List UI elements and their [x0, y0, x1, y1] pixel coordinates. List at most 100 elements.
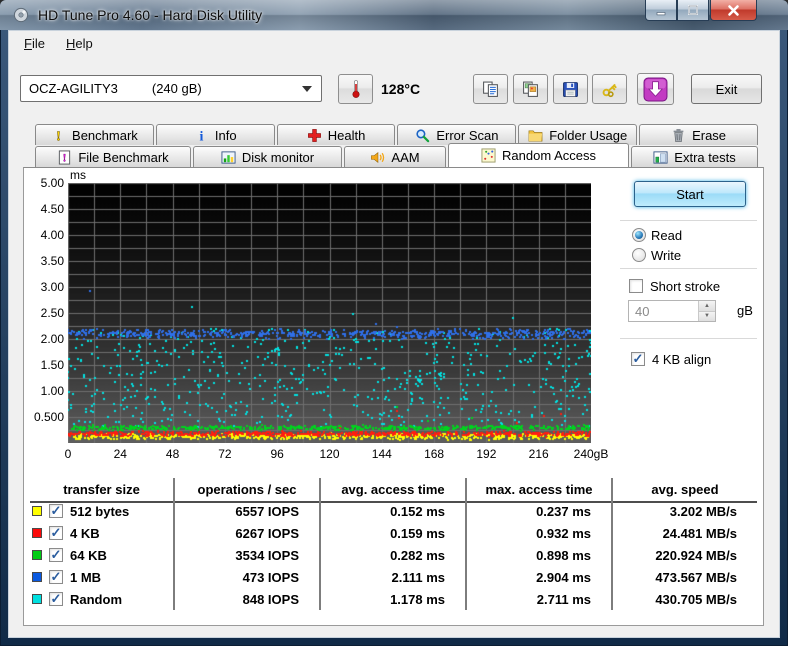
results-table: transfer size operations / sec avg. access…	[30, 478, 757, 610]
table-row-legend: 64 KB	[30, 544, 175, 566]
aam-icon	[370, 150, 385, 165]
y-tick-label: 0.500	[33, 410, 64, 424]
separator	[620, 338, 757, 339]
read-label: Read	[651, 228, 683, 243]
x-tick-label: 96	[270, 447, 284, 461]
x-tick-label: 24	[113, 447, 127, 461]
tab-folder-usage[interactable]: Folder Usage	[518, 124, 638, 145]
tab-extra-tests[interactable]: Extra tests	[631, 146, 758, 167]
cell-ops: 848 IOPS	[175, 588, 321, 610]
y-tick-label: 3.50	[40, 254, 64, 268]
align-label: 4 KB align	[652, 352, 712, 367]
tab-label: Random Access	[502, 148, 596, 163]
series-color-swatch	[32, 572, 42, 582]
series-color-swatch	[32, 528, 42, 538]
window-title: HD Tune Pro 4.60 - Hard Disk Utility	[38, 7, 263, 23]
tab-random-access[interactable]: Random Access	[448, 143, 629, 167]
tab-health[interactable]: Health	[276, 124, 396, 145]
folder-usage-icon	[528, 128, 543, 143]
chevron-down-icon	[302, 86, 312, 92]
drive-name: OCZ-AGILITY3	[29, 81, 118, 96]
tab-file-benchmark[interactable]: ! File Benchmark	[35, 146, 191, 167]
close-button[interactable]	[710, 0, 757, 21]
series-color-swatch	[32, 506, 42, 516]
cell-speed: 430.705 MB/s	[655, 591, 737, 607]
temperature-button[interactable]	[338, 74, 373, 104]
maximize-button[interactable]	[677, 0, 709, 21]
write-radio[interactable]	[632, 248, 646, 262]
series-checkbox-random[interactable]	[49, 592, 63, 606]
y-tick-label: 1.50	[40, 358, 64, 372]
svg-text:!: !	[56, 128, 61, 142]
extra-tests-icon	[653, 150, 668, 165]
align-checkbox[interactable]	[631, 352, 645, 366]
tab-disk-monitor[interactable]: Disk monitor	[193, 146, 342, 167]
cell-speed: 3.202 MB/s	[669, 503, 737, 519]
cell-ops: 3534 IOPS	[175, 544, 321, 566]
table-row-legend: 1 MB	[30, 566, 175, 588]
y-tick-label: 4.00	[40, 228, 64, 242]
save-button[interactable]	[553, 74, 588, 104]
cell-avg: 1.178 ms	[321, 588, 467, 610]
y-tick-label: 1.00	[40, 384, 64, 398]
minimize-button[interactable]	[645, 0, 677, 21]
x-tick-label: 192	[476, 447, 497, 461]
series-checkbox-64-kb[interactable]	[49, 548, 63, 562]
health-icon	[307, 128, 322, 143]
tab-label: AAM	[391, 149, 420, 165]
series-checkbox-4-kb[interactable]	[49, 526, 63, 540]
access-time-chart	[68, 183, 591, 443]
tab-label: Disk monitor	[241, 149, 315, 165]
short-stroke-checkbox[interactable]	[629, 279, 643, 293]
tab-label: Benchmark	[72, 127, 138, 143]
cell-speed: 473.567 MB/s	[655, 569, 737, 585]
table-row-legend: Random	[30, 588, 175, 610]
series-checkbox-512-bytes[interactable]	[49, 504, 63, 518]
tab-label: Folder Usage	[549, 127, 628, 143]
copy-text-button[interactable]	[473, 74, 508, 104]
menu-file[interactable]: File	[16, 34, 53, 53]
transfer-size-label: 4 KB	[70, 525, 100, 541]
svg-text:!: !	[63, 152, 67, 164]
chevron-down-icon: ▼	[704, 313, 710, 320]
menu-help[interactable]: Help	[58, 34, 101, 53]
table-row-legend: 512 bytes	[30, 500, 175, 522]
tab-error-scan[interactable]: Error Scan	[397, 124, 517, 145]
tab-label: Extra tests	[674, 149, 736, 165]
y-tick-label: 3.00	[40, 280, 64, 294]
stroke-size-spinner[interactable]: 40 ▲ ▼	[628, 300, 716, 322]
spin-down-button[interactable]: ▼	[699, 310, 715, 321]
tab-aam[interactable]: AAM	[344, 146, 446, 167]
cell-max: 0.898 ms	[467, 544, 613, 566]
spin-up-button[interactable]: ▲	[699, 301, 715, 311]
random-access-icon	[481, 148, 496, 163]
cell-speed: 24.481 MB/s	[662, 525, 737, 541]
save-icon	[562, 81, 579, 98]
cell-ops: 6267 IOPS	[175, 522, 321, 544]
cell-ops: 6557 IOPS	[175, 500, 321, 522]
tab-row-2: ! File Benchmark Disk monitor AAM Random Acc…	[35, 143, 758, 167]
drive-selector[interactable]: OCZ-AGILITY3 (240 gB)	[20, 75, 322, 102]
tab-label: Health	[327, 127, 366, 143]
tab-info[interactable]: i Info	[155, 124, 275, 145]
x-tick-label: 120	[319, 447, 340, 461]
download-button[interactable]	[637, 73, 674, 105]
transfer-size-label: 512 bytes	[70, 503, 130, 519]
separator	[620, 268, 757, 269]
y-tick-label: 2.50	[40, 306, 64, 320]
options-button[interactable]	[592, 74, 627, 104]
tab-erase[interactable]: Erase	[639, 124, 758, 145]
x-tick-label: 168	[424, 447, 445, 461]
x-tick-label: 72	[218, 447, 232, 461]
copy-image-icon	[522, 81, 539, 98]
menu-bar: File Help	[8, 32, 780, 56]
read-radio[interactable]	[632, 228, 646, 242]
tab-benchmark[interactable]: ! Benchmark	[35, 124, 154, 145]
y-tick-label: 5.00	[40, 176, 64, 190]
start-button[interactable]: Start	[634, 181, 746, 207]
copy-image-button[interactable]	[513, 74, 548, 104]
svg-text:i: i	[199, 128, 203, 142]
exit-button[interactable]: Exit	[691, 74, 762, 104]
separator	[620, 220, 757, 221]
series-checkbox-1-mb[interactable]	[49, 570, 63, 584]
